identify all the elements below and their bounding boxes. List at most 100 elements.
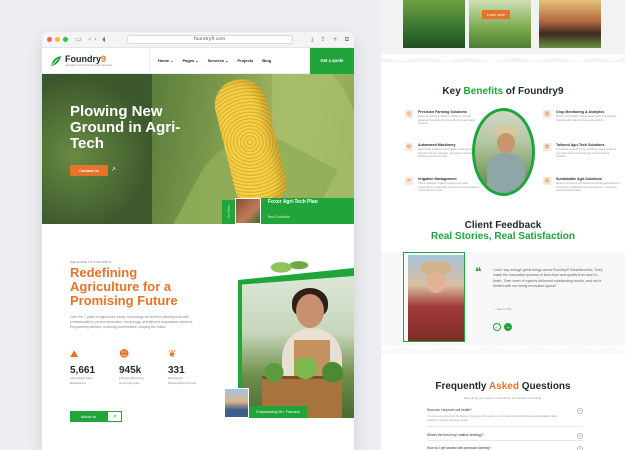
about-us-button[interactable]: About us — [70, 411, 107, 422]
plan-badge[interactable]: Foxer Agri-Tech Plan Best Solutions — [235, 198, 354, 224]
testimonial-quote: I can't say enough great things about Fo… — [493, 268, 603, 288]
menu-item-home[interactable]: Home ⌄ — [158, 58, 173, 63]
share-icon[interactable]: ⇪ — [321, 36, 326, 43]
water-drop-icon: ♒ — [405, 177, 413, 185]
menu-item-projects[interactable]: Projects — [237, 58, 253, 63]
learn-more-button[interactable]: Learn more — [482, 10, 510, 19]
maximize-window-icon[interactable] — [63, 37, 68, 42]
farmer-oval-photo — [472, 108, 535, 196]
faq-subtitle: Everything you need to know about the pr… — [464, 396, 542, 400]
next-arrow-icon[interactable]: → — [504, 323, 512, 331]
leaf-logo-icon — [51, 55, 61, 66]
field-image — [469, 0, 531, 48]
about-title: Redefining Agriculture for a Promising F… — [70, 265, 178, 308]
shield-icon[interactable]: ◖ — [102, 36, 105, 43]
plan-badge-subtitle: Best Solutions — [268, 215, 290, 219]
arrow-up-right-icon[interactable]: ↗ — [111, 166, 116, 173]
quote-icon: ❝ — [475, 265, 482, 279]
hero-section: Plowing New Ground in Agri-Tech Contact … — [42, 74, 354, 224]
site-header: Foundry9 Agriculture & Farming Services … — [42, 47, 354, 74]
forward-icon[interactable]: › — [94, 36, 96, 43]
logo-tagline: Agriculture & Farming Services Template — [65, 63, 112, 67]
contact-us-button[interactable]: Contact us — [70, 165, 108, 176]
plant-icon: ✿ — [543, 143, 551, 151]
expand-icon[interactable]: + — [577, 446, 583, 450]
stat-item: ❦ 331 Ecofriendly Partnerships Formed — [168, 349, 198, 385]
chevron-down-icon: ⌄ — [195, 58, 199, 63]
farmer-icon: ☻ — [119, 349, 130, 360]
faq-question: What's the best crop rotation strategy? — [427, 433, 484, 437]
plant-image — [268, 252, 312, 274]
logo-name: Foundry9 — [65, 53, 107, 64]
back-icon[interactable]: ‹ — [89, 36, 91, 43]
tabs-overview-icon[interactable]: ⧉ — [345, 36, 349, 44]
about-body: Over the 7 years of agriculture &amp; te… — [70, 315, 194, 329]
faq-title: Frequently Asked Questions — [435, 381, 571, 392]
plan-thumbnail — [235, 198, 261, 224]
benefit-title: Sustainable Agri-Solutions — [556, 177, 602, 181]
plot-icon: ⛰ — [70, 349, 79, 360]
benefit-desc: Utilize intelligent irrigation systems f… — [418, 182, 480, 193]
benefit-desc: Enhance yield and resource efficiency th… — [418, 115, 476, 126]
recycle-icon: ♻ — [543, 177, 551, 185]
menu-item-blog[interactable]: Blog — [262, 58, 271, 63]
prev-arrow-icon[interactable]: ← — [493, 323, 501, 331]
target-icon: ◎ — [405, 110, 413, 118]
feedback-title: Client Feedback — [464, 220, 542, 231]
faq-item[interactable]: How can I improve soil health? − You can… — [427, 408, 583, 427]
stat-value: 331 — [168, 365, 185, 376]
address-bar[interactable]: foundry9.com — [126, 35, 293, 44]
benefit-title: Crop Monitoring & Analytics — [556, 110, 605, 114]
feedback-subtitle: Real Stories, Real Satisfaction — [431, 231, 575, 242]
benefit-title: Automated Machinery — [418, 143, 456, 147]
benefit-title: Irrigation Management — [418, 177, 457, 181]
farmer-woman-photo — [242, 276, 354, 418]
stat-value: 945k — [119, 365, 142, 376]
minimize-window-icon[interactable] — [55, 37, 60, 42]
url-text: foundry9.com — [193, 37, 226, 42]
sidebar-toggle-icon[interactable]: ▭ — [76, 36, 82, 43]
menu-item-pages[interactable]: Pages ⌄ — [182, 58, 198, 63]
benefit-desc: Accelerate productivity by matching uniq… — [556, 148, 616, 159]
farmers-badge: Empowering 2k+ Farmers — [249, 406, 307, 418]
cattle-image — [539, 0, 601, 48]
close-window-icon[interactable] — [47, 37, 52, 42]
about-section: WELCOME TO FOUNDRY9 Redefining Agricultu… — [42, 224, 354, 450]
browser-window: ▭ ‹ › ◖ foundry9.com ⤓ ⇪ + ⧉ Foundry9 Ag… — [42, 32, 354, 450]
farmer-thumbnail — [224, 388, 249, 418]
get-quote-button[interactable]: Get a quote — [310, 47, 354, 74]
testimonial-photo — [408, 255, 464, 341]
benefit-title: Tailored Agri-Tech Solutions — [556, 143, 605, 147]
stat-value: 5,661 — [70, 365, 96, 376]
hero-title: Plowing New Ground in Agri-Tech — [70, 103, 181, 152]
chevron-down-icon: ⌄ — [170, 58, 174, 63]
faq-item[interactable]: How do I get started with precision farm… — [427, 446, 583, 450]
browser-chrome: ▭ ‹ › ◖ foundry9.com ⤓ ⇪ + ⧉ — [42, 32, 354, 48]
benefit-desc: Monitor crop health, detect issues early… — [556, 115, 617, 122]
stats-row: ⛰ 5,661 Agricultural Plots Established ☻… — [70, 349, 198, 385]
faq-item[interactable]: What's the best crop rotation strategy? … — [427, 433, 583, 441]
new-tab-icon[interactable]: + — [333, 36, 338, 43]
stat-label: Ecofriendly Partnerships Formed — [168, 376, 197, 385]
arrow-up-right-icon[interactable]: ↗ — [107, 411, 122, 422]
tractor-image — [403, 0, 465, 48]
tractor-icon: ⚙ — [405, 143, 413, 151]
welcome-label: WELCOME TO FOUNDRY9 — [70, 260, 112, 264]
benefits-title: Key Benefits of Foundry9 — [442, 86, 564, 97]
plan-badge-title: Foxer Agri-Tech Plan — [268, 199, 318, 205]
page-preview: Learn more Key Benefits of Foundry9 ◎ Pr… — [381, 0, 625, 450]
stat-item: ☻ 945k Farmers Reaching Good Agri-Care — [119, 349, 149, 385]
expand-icon[interactable]: + — [577, 433, 583, 439]
download-icon[interactable]: ⤓ — [311, 36, 314, 44]
chevron-down-icon: ⌄ — [225, 58, 229, 63]
collapse-icon[interactable]: − — [577, 408, 583, 414]
site-logo[interactable]: Foundry9 Agriculture & Farming Services … — [50, 53, 113, 67]
main-menu: Home ⌄ Pages ⌄ Services ⌄ Projects Blog — [158, 58, 271, 63]
faq-question: How can I improve soil health? — [427, 408, 472, 412]
chart-icon: ▥ — [543, 110, 551, 118]
stat-label: Farmers Reaching Good Agri-Care — [119, 376, 144, 385]
stat-item: ⛰ 5,661 Agricultural Plots Established — [70, 349, 100, 385]
faq-question: How do I get started with precision farm… — [427, 446, 492, 450]
menu-item-services[interactable]: Services ⌄ — [208, 58, 229, 63]
testimonial-author: — Senior Milo — [493, 307, 512, 311]
